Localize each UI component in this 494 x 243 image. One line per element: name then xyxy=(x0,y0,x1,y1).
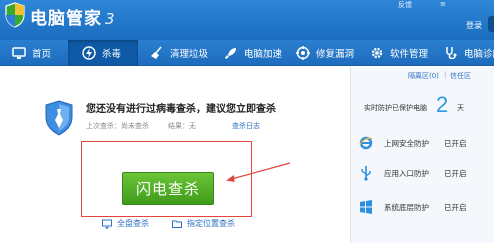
gear-icon xyxy=(370,46,384,60)
custom-scan-link[interactable]: 指定位置查杀 xyxy=(172,218,235,229)
ie-icon xyxy=(358,135,374,151)
main-nav: 首页 杀毒 清理垃圾 电脑加速 修复漏洞 软件管理 电脑诊所 xyxy=(0,40,494,66)
protect-days: 2 xyxy=(436,92,449,117)
avatar[interactable] xyxy=(488,16,494,32)
protection-row-app[interactable]: 应用入口防护 已开启 xyxy=(358,163,494,183)
protect-unit: 天 xyxy=(457,104,464,112)
monitor-icon xyxy=(12,46,26,60)
nav-clinic[interactable]: 电脑诊所 xyxy=(444,40,494,66)
patch-icon xyxy=(296,46,310,60)
app-logo-icon xyxy=(5,2,25,28)
nav-antivirus[interactable]: 杀毒 xyxy=(68,40,138,66)
menu-button[interactable]: ≡ xyxy=(440,0,446,8)
status-badge: 已开启 xyxy=(444,138,467,148)
link-separator: | xyxy=(444,71,447,79)
usb-icon xyxy=(358,165,374,181)
nav-home[interactable]: 首页 xyxy=(12,40,70,66)
protection-row-web[interactable]: 上网安全防护 已开启 xyxy=(358,133,494,153)
status-badge: 已开启 xyxy=(444,202,467,212)
scan-headline: 您还没有进行过病毒查杀，建议您立即查杀 xyxy=(86,104,276,115)
quarantine-link[interactable]: 隔离区(0) xyxy=(408,71,439,81)
stethoscope-icon xyxy=(444,46,458,60)
lightning-shield-icon xyxy=(82,46,96,60)
app-title: 电脑管家 3 xyxy=(30,9,116,29)
nav-clean[interactable]: 清理垃圾 xyxy=(150,40,218,66)
windows-icon xyxy=(358,199,374,215)
last-scan-text: 上次查杀：尚未查杀 xyxy=(86,122,149,130)
nav-software[interactable]: 软件管理 xyxy=(370,40,436,66)
status-badge: 已开启 xyxy=(444,168,467,178)
title-bar: 电脑管家 3 反馈 ≡ 登录 xyxy=(0,0,494,40)
folder-scan-icon xyxy=(172,220,182,228)
protection-row-system[interactable]: 系统底层防护 已开启 xyxy=(358,197,494,217)
rocket-icon xyxy=(224,46,238,60)
title-signature: 3 xyxy=(105,10,116,28)
trust-zone-link[interactable]: 信任区 xyxy=(450,71,471,81)
protect-label: 实时防护已保护电脑 xyxy=(364,104,427,112)
scan-log-link[interactable]: 查杀日志 xyxy=(232,121,260,131)
monitor-scan-icon xyxy=(102,219,112,228)
shield-icon xyxy=(45,100,73,136)
broom-icon xyxy=(150,46,164,60)
login-link[interactable]: 登录 xyxy=(466,20,482,31)
quick-scan-button[interactable]: 闪电查杀 xyxy=(122,172,214,205)
nav-patch[interactable]: 修复漏洞 xyxy=(296,40,362,66)
full-scan-link[interactable]: 全盘查杀 xyxy=(102,218,149,229)
scan-result-text: 结果：无 xyxy=(168,122,196,130)
feedback-link[interactable]: 反馈 xyxy=(398,0,412,10)
nav-speedup[interactable]: 电脑加速 xyxy=(224,40,290,66)
